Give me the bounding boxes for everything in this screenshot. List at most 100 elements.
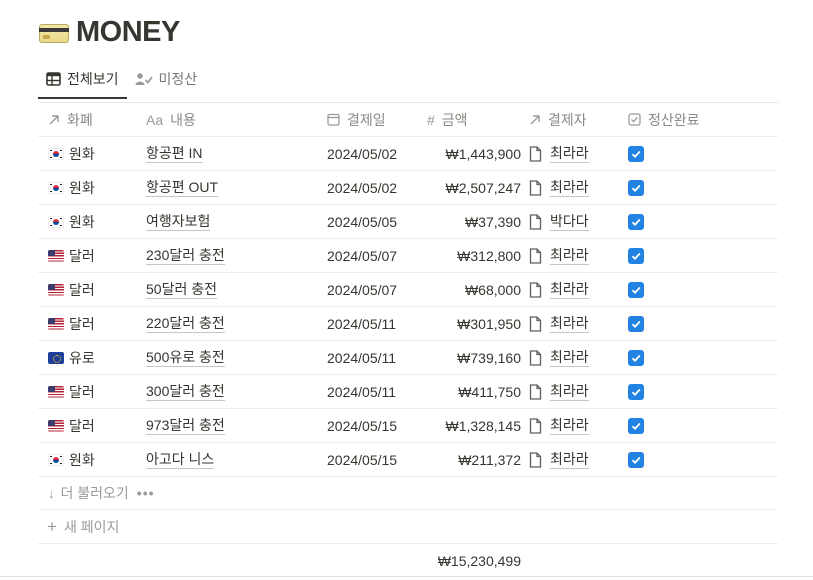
settled-checkbox[interactable]	[628, 417, 644, 434]
amount-cell[interactable]: ₩1,328,145	[418, 409, 522, 442]
currency-cell[interactable]: 달러	[38, 239, 136, 272]
currency-cell[interactable]: 달러	[38, 307, 136, 340]
more-options-icon[interactable]: •••	[137, 485, 155, 501]
tab-all[interactable]: 전체보기	[38, 64, 127, 99]
settled-checkbox[interactable]	[628, 145, 644, 162]
column-header-content[interactable]: Aa 내용	[136, 103, 318, 136]
content-cell[interactable]: 항공편 IN	[136, 137, 318, 170]
content-cell[interactable]: 220달러 충전	[136, 307, 318, 340]
payer-cell[interactable]: 최라라	[521, 307, 618, 340]
date-cell[interactable]: 2024/05/02	[318, 171, 418, 204]
amount-cell[interactable]: ₩37,390	[418, 205, 521, 238]
amount-cell[interactable]: ₩312,800	[418, 239, 521, 272]
content-cell[interactable]: 973달러 충전	[136, 409, 318, 442]
settled-checkbox[interactable]	[628, 213, 644, 230]
payer-cell[interactable]: 최라라	[521, 239, 618, 272]
row-title[interactable]: 230달러 충전	[146, 247, 225, 265]
payer-link[interactable]: 최라라	[550, 315, 589, 333]
new-page-button[interactable]: + 새 페이지	[38, 510, 778, 544]
settled-checkbox[interactable]	[628, 451, 644, 468]
table-row[interactable]: 달러 973달러 충전 2024/05/15 ₩1,328,145 최라라	[38, 409, 778, 443]
payer-link[interactable]: 최라라	[550, 383, 589, 401]
settled-checkbox[interactable]	[628, 281, 644, 298]
payer-cell[interactable]: 최라라	[521, 171, 618, 204]
column-header-date[interactable]: 결제일	[318, 103, 418, 136]
settled-checkbox[interactable]	[628, 349, 644, 366]
settled-checkbox[interactable]	[628, 315, 644, 332]
content-cell[interactable]: 300달러 충전	[136, 375, 318, 408]
table-row[interactable]: 원화 항공편 OUT 2024/05/02 ₩2,507,247 최라라	[38, 171, 778, 205]
settled-checkbox[interactable]	[628, 383, 644, 400]
settled-checkbox[interactable]	[628, 247, 644, 264]
payer-link[interactable]: 최라라	[550, 179, 589, 197]
load-more-button[interactable]: ↓ 더 불러오기 •••	[38, 477, 778, 510]
payer-link[interactable]: 최라라	[550, 451, 589, 469]
row-title[interactable]: 500유로 충전	[146, 349, 225, 367]
page-title[interactable]: MONEY	[76, 16, 180, 49]
amount-sum[interactable]: ₩15,230,499	[418, 553, 521, 569]
currency-cell[interactable]: 달러	[38, 409, 136, 442]
date-cell[interactable]: 2024/05/15	[318, 409, 418, 442]
tab-unsettled[interactable]: 미정산	[127, 64, 206, 94]
row-title[interactable]: 300달러 충전	[146, 383, 225, 401]
row-title[interactable]: 항공편 IN	[146, 145, 203, 163]
currency-cell[interactable]: 원화	[38, 205, 136, 238]
table-row[interactable]: 원화 여행자보험 2024/05/05 ₩37,390 박다다	[38, 205, 778, 239]
row-title[interactable]: 항공편 OUT	[146, 179, 219, 197]
payer-link[interactable]: 최라라	[550, 145, 589, 163]
content-cell[interactable]: 항공편 OUT	[136, 171, 318, 204]
table-row[interactable]: 원화 아고다 니스 2024/05/15 ₩211,372 최라라	[38, 443, 778, 477]
date-cell[interactable]: 2024/05/07	[318, 239, 418, 272]
payer-cell[interactable]: 최라라	[521, 409, 618, 442]
row-title[interactable]: 아고다 니스	[146, 451, 215, 469]
amount-cell[interactable]: ₩68,000	[418, 273, 521, 306]
credit-card-icon[interactable]	[38, 21, 70, 43]
payer-cell[interactable]: 최라라	[521, 137, 618, 170]
payer-cell[interactable]: 최라라	[521, 341, 618, 374]
column-header-currency[interactable]: 화폐	[38, 103, 136, 136]
date-cell[interactable]: 2024/05/07	[318, 273, 418, 306]
amount-cell[interactable]: ₩1,443,900	[418, 137, 522, 170]
amount-cell[interactable]: ₩301,950	[418, 307, 521, 340]
content-cell[interactable]: 50달러 충전	[136, 273, 318, 306]
payer-link[interactable]: 최라라	[550, 349, 589, 367]
table-row[interactable]: 달러 300달러 충전 2024/05/11 ₩411,750 최라라	[38, 375, 778, 409]
payer-cell[interactable]: 최라라	[521, 375, 618, 408]
currency-cell[interactable]: 달러	[38, 375, 136, 408]
content-cell[interactable]: 230달러 충전	[136, 239, 318, 272]
settled-checkbox[interactable]	[628, 179, 644, 196]
amount-cell[interactable]: ₩739,160	[418, 341, 521, 374]
currency-cell[interactable]: 유로	[38, 341, 136, 374]
row-title[interactable]: 50달러 충전	[146, 281, 217, 299]
date-cell[interactable]: 2024/05/05	[318, 205, 418, 238]
currency-cell[interactable]: 원화	[38, 171, 136, 204]
table-row[interactable]: 달러 220달러 충전 2024/05/11 ₩301,950 최라라	[38, 307, 778, 341]
currency-cell[interactable]: 원화	[38, 443, 136, 476]
payer-link[interactable]: 박다다	[550, 213, 589, 231]
date-cell[interactable]: 2024/05/11	[318, 375, 418, 408]
content-cell[interactable]: 아고다 니스	[136, 443, 318, 476]
payer-cell[interactable]: 최라라	[521, 273, 618, 306]
currency-cell[interactable]: 원화	[38, 137, 136, 170]
table-row[interactable]: 달러 230달러 충전 2024/05/07 ₩312,800 최라라	[38, 239, 778, 273]
date-cell[interactable]: 2024/05/15	[318, 443, 418, 476]
amount-cell[interactable]: ₩2,507,247	[418, 171, 522, 204]
amount-cell[interactable]: ₩211,372	[418, 443, 521, 476]
column-header-settled[interactable]: 정산완료	[618, 103, 778, 136]
date-cell[interactable]: 2024/05/02	[318, 137, 418, 170]
payer-cell[interactable]: 최라라	[521, 443, 618, 476]
date-cell[interactable]: 2024/05/11	[318, 307, 418, 340]
amount-cell[interactable]: ₩411,750	[418, 375, 521, 408]
column-header-amount[interactable]: # 금액	[418, 103, 521, 136]
content-cell[interactable]: 500유로 충전	[136, 341, 318, 374]
table-row[interactable]: 유로 500유로 충전 2024/05/11 ₩739,160 최라라	[38, 341, 778, 375]
table-row[interactable]: 원화 항공편 IN 2024/05/02 ₩1,443,900 최라라	[38, 137, 778, 171]
row-title[interactable]: 973달러 충전	[146, 417, 225, 435]
date-cell[interactable]: 2024/05/11	[318, 341, 418, 374]
payer-link[interactable]: 최라라	[550, 247, 589, 265]
currency-cell[interactable]: 달러	[38, 273, 136, 306]
row-title[interactable]: 220달러 충전	[146, 315, 225, 333]
payer-link[interactable]: 최라라	[550, 281, 589, 299]
payer-link[interactable]: 최라라	[550, 417, 589, 435]
payer-cell[interactable]: 박다다	[521, 205, 618, 238]
